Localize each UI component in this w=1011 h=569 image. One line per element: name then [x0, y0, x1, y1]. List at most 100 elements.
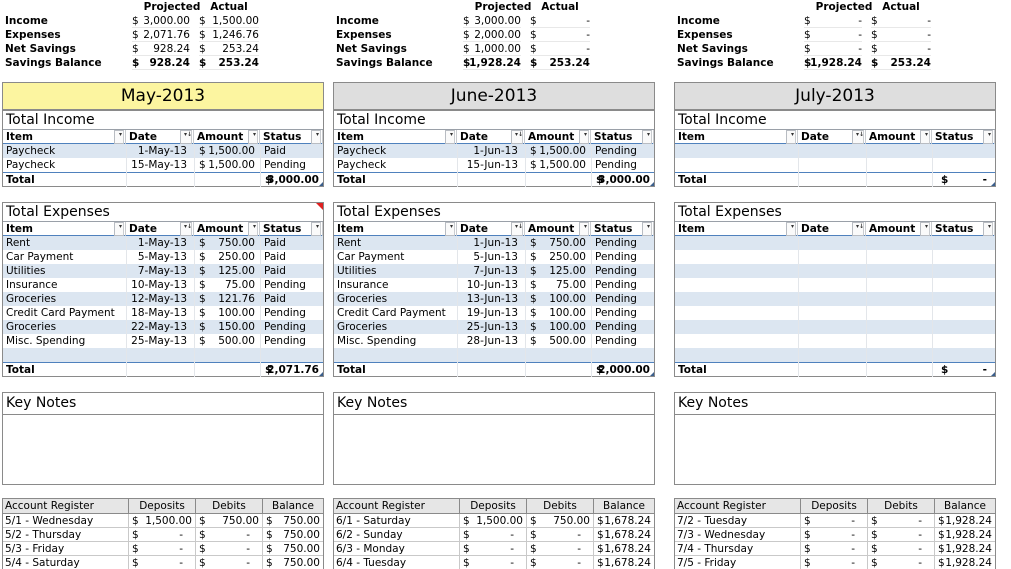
filter-dropdown-icon[interactable]: ▾ [983, 130, 993, 144]
key-notes-body[interactable] [3, 414, 323, 484]
column-header-item[interactable]: Item ▾ [3, 130, 126, 144]
filter-dropdown-icon[interactable]: ▾↓ [511, 222, 523, 236]
table-row[interactable]: Misc. Spending 28-Jun-13 $500.00 Pending [334, 334, 654, 348]
table-row[interactable]: Groceries 12-May-13 $121.76 Paid [3, 292, 323, 306]
register-row[interactable]: 7/3 - Wednesday $ - $ - $1,928.24 [675, 528, 995, 542]
register-row[interactable]: 7/5 - Friday $ - $ - $1,928.24 [675, 556, 995, 569]
resize-handle-icon[interactable] [650, 182, 654, 186]
filter-dropdown-icon[interactable]: ▾↓ [852, 222, 864, 236]
resize-handle-icon[interactable] [319, 372, 323, 376]
register-row[interactable]: 6/3 - Monday $ - $ - $1,678.24 [334, 542, 654, 556]
column-header-item[interactable]: Item ▾ [3, 222, 126, 236]
table-row[interactable] [675, 144, 995, 158]
column-header-item[interactable]: Item ▾ [334, 222, 457, 236]
table-row[interactable] [675, 334, 995, 348]
table-row[interactable]: Insurance 10-Jun-13 $75.00 Pending [334, 278, 654, 292]
key-notes-box[interactable]: Key Notes [2, 392, 324, 485]
table-row[interactable]: Paycheck 15-Jun-13 $1,500.00 Pending [334, 158, 654, 172]
register-row[interactable]: 6/1 - Saturday $1,500.00 $750.00 $1,678.24 [334, 514, 654, 528]
table-row[interactable] [675, 320, 995, 334]
column-header-date[interactable]: Date ▾↓ [126, 130, 194, 144]
table-row[interactable]: Misc. Spending 25-May-13 $500.00 Pending [3, 334, 323, 348]
key-notes-box[interactable]: Key Notes [674, 392, 996, 485]
resize-handle-icon[interactable] [650, 372, 654, 376]
filter-dropdown-icon[interactable]: ▾ [311, 222, 321, 236]
column-header-status[interactable]: Status ▾ [932, 130, 995, 144]
table-row[interactable]: Utilities 7-Jun-13 $125.00 Pending [334, 264, 654, 278]
register-row[interactable]: 6/4 - Tuesday $ - $ - $1,678.24 [334, 556, 654, 569]
filter-dropdown-icon[interactable]: ▾ [642, 130, 652, 144]
column-header-date[interactable]: Date ▾↓ [457, 222, 525, 236]
register-row[interactable]: 5/2 - Thursday $ - $ - $750.00 [3, 528, 323, 542]
column-header-status[interactable]: Status ▾ [932, 222, 995, 236]
table-row[interactable] [334, 348, 654, 362]
table-row[interactable]: Credit Card Payment 19-Jun-13 $100.00 Pendi… [334, 306, 654, 320]
filter-dropdown-icon[interactable]: ▾ [642, 222, 652, 236]
table-row[interactable] [675, 158, 995, 172]
filter-dropdown-icon[interactable]: ▾ [248, 130, 258, 144]
table-row[interactable]: Utilities 7-May-13 $125.00 Paid [3, 264, 323, 278]
key-notes-body[interactable] [675, 414, 995, 484]
filter-dropdown-icon[interactable]: ▾ [248, 222, 258, 236]
table-row[interactable]: Paycheck 1-Jun-13 $1,500.00 Pending [334, 144, 654, 158]
table-row[interactable]: Rent 1-Jun-13 $750.00 Pending [334, 236, 654, 250]
resize-handle-icon[interactable] [991, 372, 995, 376]
filter-dropdown-icon[interactable]: ▾ [579, 222, 589, 236]
table-row[interactable]: Insurance 10-May-13 $75.00 Pending [3, 278, 323, 292]
table-row[interactable] [675, 292, 995, 306]
register-row[interactable]: 5/1 - Wednesday $1,500.00 $750.00 $750.00 [3, 514, 323, 528]
column-header-date[interactable]: Date ▾↓ [457, 130, 525, 144]
filter-dropdown-icon[interactable]: ▾↓ [180, 130, 192, 144]
table-row[interactable] [675, 306, 995, 320]
column-header-status[interactable]: Status ▾ [260, 222, 323, 236]
resize-handle-icon[interactable] [991, 182, 995, 186]
table-row[interactable] [675, 278, 995, 292]
filter-dropdown-icon[interactable]: ▾↓ [180, 222, 192, 236]
table-row[interactable] [3, 348, 323, 362]
key-notes-box[interactable]: Key Notes [333, 392, 655, 485]
filter-dropdown-icon[interactable]: ▾ [786, 222, 796, 236]
table-row[interactable]: Groceries 13-Jun-13 $100.00 Pending [334, 292, 654, 306]
filter-dropdown-icon[interactable]: ▾ [311, 130, 321, 144]
filter-dropdown-icon[interactable]: ▾↓ [852, 130, 864, 144]
table-row[interactable]: Rent 1-May-13 $750.00 Paid [3, 236, 323, 250]
filter-dropdown-icon[interactable]: ▾ [579, 130, 589, 144]
column-header-item[interactable]: Item ▾ [334, 130, 457, 144]
column-header-amount[interactable]: Amount ▾ [194, 130, 260, 144]
table-row[interactable] [675, 264, 995, 278]
register-row[interactable]: 6/2 - Sunday $ - $ - $1,678.24 [334, 528, 654, 542]
table-row[interactable]: Groceries 22-May-13 $150.00 Pending [3, 320, 323, 334]
table-row[interactable]: Credit Card Payment 18-May-13 $100.00 Pendi… [3, 306, 323, 320]
register-row[interactable]: 7/2 - Tuesday $ - $ - $1,928.24 [675, 514, 995, 528]
table-row[interactable]: Paycheck 1-May-13 $1,500.00 Paid [3, 144, 323, 158]
column-header-amount[interactable]: Amount ▾ [525, 130, 591, 144]
column-header-amount[interactable]: Amount ▾ [194, 222, 260, 236]
filter-dropdown-icon[interactable]: ▾ [983, 222, 993, 236]
column-header-item[interactable]: Item ▾ [675, 222, 798, 236]
column-header-amount[interactable]: Amount ▾ [525, 222, 591, 236]
key-notes-body[interactable] [334, 414, 654, 484]
table-row[interactable] [675, 236, 995, 250]
table-row[interactable] [675, 348, 995, 362]
table-row[interactable]: Groceries 25-Jun-13 $100.00 Pending [334, 320, 654, 334]
table-row[interactable]: Paycheck 15-May-13 $1,500.00 Pending [3, 158, 323, 172]
column-header-date[interactable]: Date ▾↓ [798, 222, 866, 236]
column-header-status[interactable]: Status ▾ [591, 130, 654, 144]
column-header-status[interactable]: Status ▾ [591, 222, 654, 236]
column-header-status[interactable]: Status ▾ [260, 130, 323, 144]
register-row[interactable]: 5/4 - Saturday $ - $ - $750.00 [3, 556, 323, 569]
filter-dropdown-icon[interactable]: ▾ [445, 130, 455, 144]
filter-dropdown-icon[interactable]: ▾ [445, 222, 455, 236]
filter-dropdown-icon[interactable]: ▾↓ [511, 130, 523, 144]
column-header-date[interactable]: Date ▾↓ [798, 130, 866, 144]
table-row[interactable] [675, 250, 995, 264]
column-header-amount[interactable]: Amount ▾ [866, 222, 932, 236]
resize-handle-icon[interactable] [319, 182, 323, 186]
table-row[interactable]: Car Payment 5-May-13 $250.00 Paid [3, 250, 323, 264]
table-row[interactable]: Car Payment 5-Jun-13 $250.00 Pending [334, 250, 654, 264]
filter-dropdown-icon[interactable]: ▾ [920, 130, 930, 144]
filter-dropdown-icon[interactable]: ▾ [920, 222, 930, 236]
column-header-amount[interactable]: Amount ▾ [866, 130, 932, 144]
column-header-date[interactable]: Date ▾↓ [126, 222, 194, 236]
filter-dropdown-icon[interactable]: ▾ [114, 222, 124, 236]
